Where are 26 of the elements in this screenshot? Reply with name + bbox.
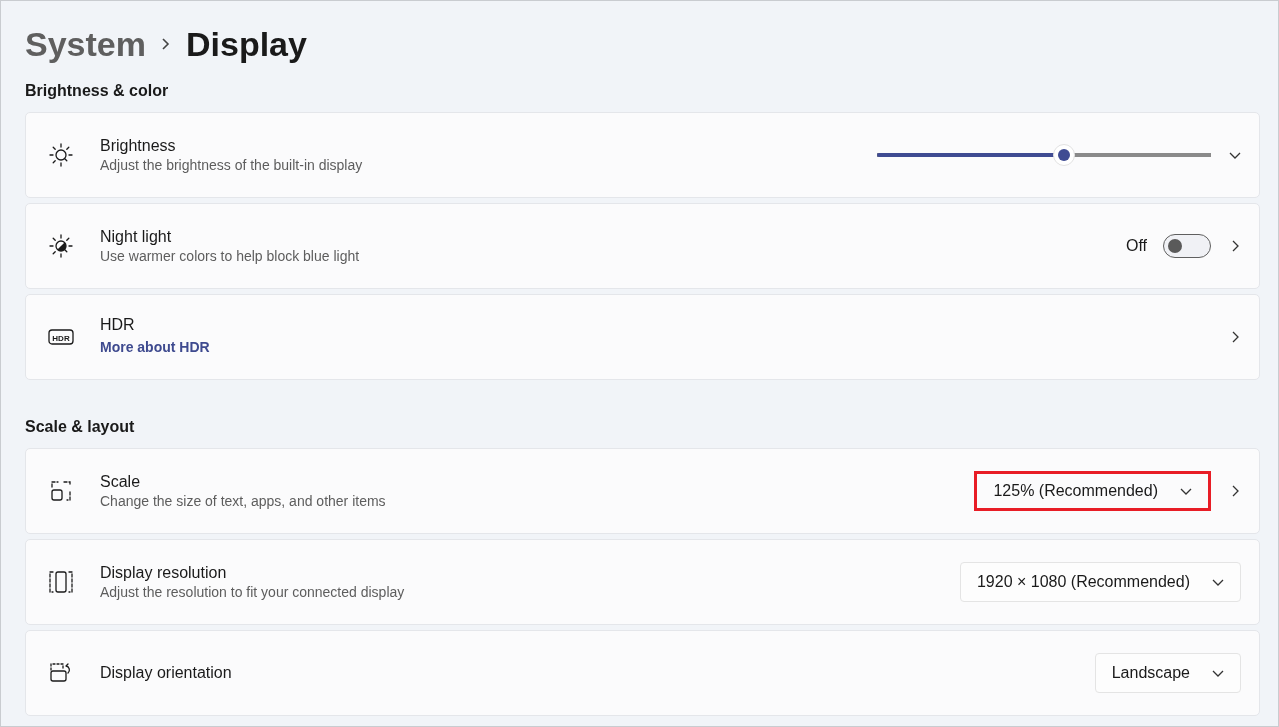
chevron-right-icon bbox=[159, 37, 172, 51]
setting-title: Scale bbox=[100, 471, 142, 492]
setting-title: Night light bbox=[100, 226, 173, 247]
setting-description: Adjust the brightness of the built-in display bbox=[100, 155, 364, 175]
breadcrumb-link[interactable]: System bbox=[25, 18, 146, 70]
setting-title: HDR bbox=[100, 315, 136, 335]
setting-description: Adjust the resolution to fit your connected display bbox=[100, 582, 406, 602]
setting-title: Display resolution bbox=[100, 562, 228, 583]
slider-thumb[interactable] bbox=[1053, 144, 1076, 166]
dropdown[interactable]: Landscape bbox=[1094, 653, 1241, 693]
half-sun-icon bbox=[48, 233, 74, 259]
section-heading: Scale & layout bbox=[25, 417, 136, 437]
dropdown[interactable]: 125% (Recommended) bbox=[974, 471, 1211, 511]
setting-description: Use warmer colors to help block blue light bbox=[100, 246, 361, 266]
scale-icon bbox=[48, 478, 74, 504]
dropdown[interactable]: 1920 × 1080 (Recommended) bbox=[959, 562, 1241, 602]
setting-description: Change the size of text, apps, and other items bbox=[100, 491, 387, 511]
setting-title: Brightness bbox=[100, 135, 177, 156]
sun-icon bbox=[48, 142, 74, 168]
page-title: Display bbox=[185, 23, 307, 65]
setting-title: Display orientation bbox=[100, 663, 233, 683]
toggle-state-label: Off bbox=[1125, 236, 1147, 256]
link[interactable]: More about HDR bbox=[100, 339, 210, 355]
toggle-switch[interactable] bbox=[1163, 234, 1211, 258]
resolution-icon bbox=[48, 569, 74, 595]
section-heading: Brightness & color bbox=[25, 81, 170, 101]
